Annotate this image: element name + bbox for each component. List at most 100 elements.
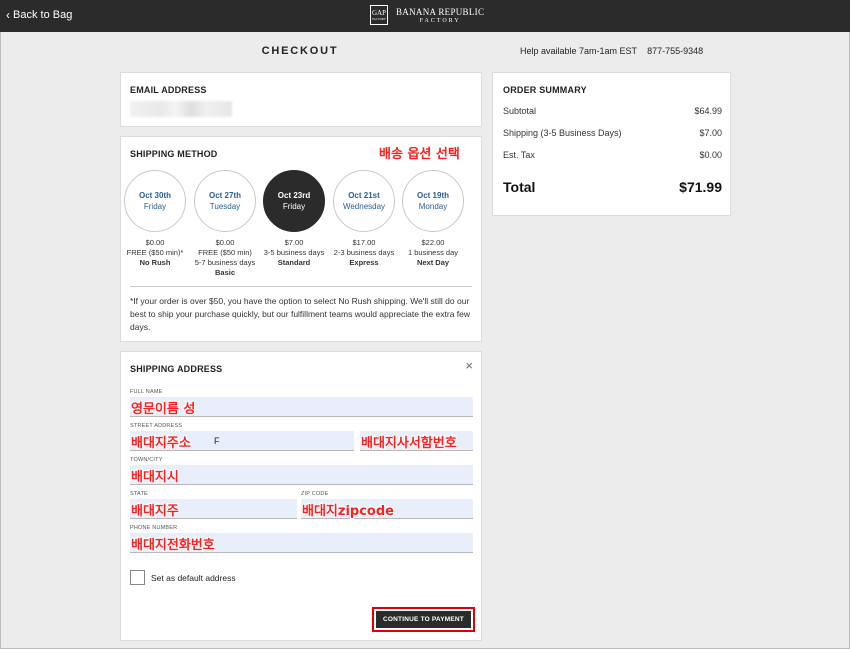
street-address-value: F [214, 436, 220, 446]
town-city-label: TOWN/CITY [130, 457, 163, 463]
total-label: Total [503, 179, 536, 195]
option-info: $0.00 FREE ($50 min) 5-7 business days B… [194, 238, 256, 278]
option-info: $17.00 2-3 business days Express [333, 238, 395, 268]
back-to-bag-link[interactable]: ‹ Back to Bag [6, 9, 72, 21]
shipping-method-card: SHIPPING METHOD 배송 옵션 선택 Oct 30th Friday… [120, 136, 482, 342]
option-day: Wednesday [342, 202, 386, 211]
option-date: Oct 27th [208, 191, 241, 200]
option-price: $17.00 [352, 238, 376, 247]
help-info: Help available 7am-1am EST 877-755-9348 [520, 46, 703, 56]
order-summary-title: ORDER SUMMARY [503, 85, 587, 95]
phone-number-label: PHONE NUMBER [130, 525, 178, 531]
option-circle: Oct 19th Monday [402, 170, 464, 232]
shipping-option-express[interactable]: Oct 21st Wednesday $17.00 2-3 business d… [333, 170, 395, 268]
summary-label: Est. Tax [503, 150, 535, 160]
no-rush-note: *If your order is over $50, you have the… [130, 296, 471, 332]
option-day: Friday [143, 202, 167, 211]
default-address-row[interactable]: Set as default address [130, 570, 236, 585]
help-text: Help available 7am-1am EST [520, 46, 638, 56]
option-date: Oct 21st [348, 191, 380, 200]
summary-value: $64.99 [694, 106, 722, 116]
summary-row-tax: Est. Tax $0.00 [503, 150, 722, 160]
shipping-option-basic[interactable]: Oct 27th Tuesday $0.00 FREE ($50 min) 5-… [194, 170, 256, 278]
br-logo-line2: FACTORY [419, 17, 461, 24]
option-circle: Oct 30th Friday [124, 170, 186, 232]
option-name: No Rush [139, 258, 171, 267]
option-day: Monday [418, 202, 448, 211]
option-name: Basic [214, 268, 235, 277]
suite-annotation: 배대지사서함번호 [361, 436, 457, 451]
option-date: Oct 30th [138, 191, 171, 200]
option-info: $0.00 FREE ($50 min)* No Rush [124, 238, 186, 268]
shipping-address-title: SHIPPING ADDRESS [130, 364, 223, 374]
option-name: Next Day [416, 258, 450, 267]
order-summary-card: ORDER SUMMARY Subtotal $64.99 Shipping (… [492, 72, 731, 216]
chevron-left-icon: ‹ [6, 8, 10, 22]
shipping-option-standard[interactable]: Oct 23rd Friday $7.00 3-5 business days … [263, 170, 325, 268]
suite-input[interactable]: 배대지사서함번호 [360, 431, 473, 451]
option-circle: Oct 21st Wednesday [333, 170, 395, 232]
option-desc: FREE ($50 min) 5-7 business days [194, 248, 256, 267]
street-address-label: STREET ADDRESS [130, 423, 183, 429]
option-info: $7.00 3-5 business days Standard [263, 238, 325, 268]
default-address-label: Set as default address [151, 572, 236, 583]
gap-logo-sub: FACTORY [372, 16, 386, 21]
option-desc: 1 business day [407, 248, 459, 257]
help-phone[interactable]: 877-755-9348 [647, 46, 703, 56]
option-date: Oct 19th [416, 191, 449, 200]
email-card: EMAIL ADDRESS [120, 72, 482, 127]
full-name-input[interactable]: 영문이름 성 [130, 397, 473, 417]
option-price: $0.00 [215, 238, 235, 247]
shipping-method-title: SHIPPING METHOD [130, 149, 218, 159]
option-price: $7.00 [284, 238, 304, 247]
email-title: EMAIL ADDRESS [130, 85, 207, 95]
zip-code-label: ZIP CODE [301, 491, 329, 497]
summary-label: Subtotal [503, 106, 537, 116]
default-address-checkbox[interactable] [130, 570, 145, 585]
street-address-annotation: 배대지주소 [131, 436, 191, 451]
zip-code-input[interactable]: 배대지zipcode [301, 499, 473, 519]
full-name-label: FULL NAME [130, 389, 163, 395]
street-address-input[interactable]: 배대지주소 F [130, 431, 354, 451]
email-value-redacted [130, 101, 232, 117]
town-city-annotation: 배대지시 [131, 470, 179, 485]
br-logo-line1: BANANA REPUBLIC [396, 6, 485, 17]
option-circle: Oct 27th Tuesday [194, 170, 256, 232]
zip-code-annotation: 배대지zipcode [302, 504, 394, 519]
summary-value: $0.00 [699, 150, 722, 160]
option-date: Oct 23rd [277, 191, 311, 200]
state-annotation: 배대지주 [131, 504, 179, 519]
option-desc: 3-5 business days [263, 248, 325, 257]
option-day: Tuesday [209, 202, 241, 211]
phone-number-annotation: 배대지전화번호 [131, 538, 215, 553]
option-price: $0.00 [145, 238, 165, 247]
shipping-divider [130, 286, 472, 287]
option-price: $22.00 [421, 238, 445, 247]
continue-to-payment-button[interactable]: CONTINUE TO PAYMENT [372, 607, 475, 632]
state-label: STATE [130, 491, 148, 497]
summary-label: Shipping (3-5 Business Days) [503, 128, 622, 138]
back-label: Back to Bag [13, 9, 73, 21]
gap-logo-text: GAP [371, 8, 386, 17]
option-name: Express [349, 258, 379, 267]
summary-row-subtotal: Subtotal $64.99 [503, 106, 722, 116]
option-desc: 2-3 business days [333, 248, 395, 257]
option-name: Standard [277, 258, 311, 267]
banana-republic-logo: BANANA REPUBLIC FACTORY [396, 7, 484, 24]
top-bar: ‹ Back to Bag GAP FACTORY BANANA REPUBLI… [0, 0, 850, 32]
state-select[interactable]: 배대지주 [130, 499, 297, 519]
close-icon[interactable]: × [465, 358, 473, 373]
option-info: $22.00 1 business day Next Day [402, 238, 464, 268]
total-value: $71.99 [679, 179, 722, 195]
brand-logo[interactable]: GAP FACTORY BANANA REPUBLIC FACTORY [370, 5, 484, 25]
gap-factory-logo: GAP FACTORY [370, 5, 388, 25]
continue-to-payment-label: CONTINUE TO PAYMENT [376, 611, 471, 628]
option-desc: FREE ($50 min)* [126, 248, 184, 257]
shipping-option-no-rush[interactable]: Oct 30th Friday $0.00 FREE ($50 min)* No… [124, 170, 186, 268]
shipping-option-next-day[interactable]: Oct 19th Monday $22.00 1 business day Ne… [402, 170, 464, 268]
phone-number-input[interactable]: 배대지전화번호 [130, 533, 473, 553]
town-city-input[interactable]: 배대지시 [130, 465, 473, 485]
page-title: CHECKOUT [261, 45, 339, 57]
summary-row-total: Total $71.99 [503, 179, 722, 195]
shipping-address-card: SHIPPING ADDRESS × FULL NAME 영문이름 성 STRE… [120, 351, 482, 641]
